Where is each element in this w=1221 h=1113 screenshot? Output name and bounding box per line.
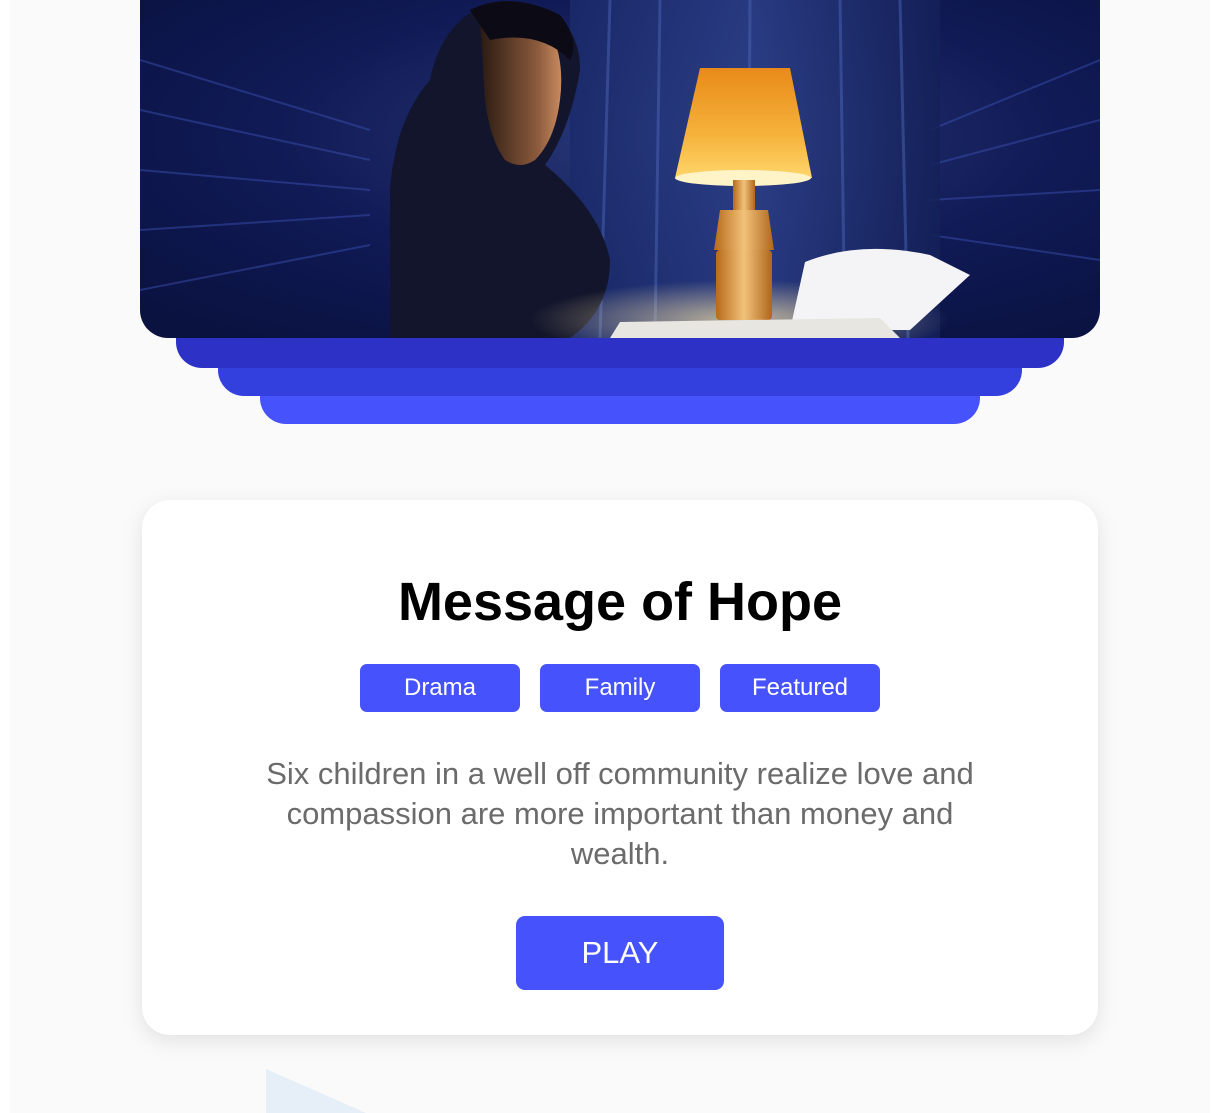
tag-featured[interactable]: Featured	[720, 664, 880, 712]
tag-drama[interactable]: Drama	[360, 664, 520, 712]
movie-description: Six children in a well off community rea…	[266, 756, 974, 871]
hero-image	[140, 0, 1100, 338]
genre-tags: Drama Family Featured	[142, 664, 1098, 712]
movie-title: Message of Hope	[397, 572, 843, 632]
play-button[interactable]: PLAY	[516, 916, 724, 990]
hero-illustration	[140, 0, 1100, 338]
movie-card: Message of Hope Drama Family Featured Si…	[142, 500, 1098, 1035]
page-background: Message of Hope Drama Family Featured Si…	[10, 0, 1210, 1113]
decorative-triangle	[266, 1069, 366, 1113]
tag-family[interactable]: Family	[540, 664, 700, 712]
